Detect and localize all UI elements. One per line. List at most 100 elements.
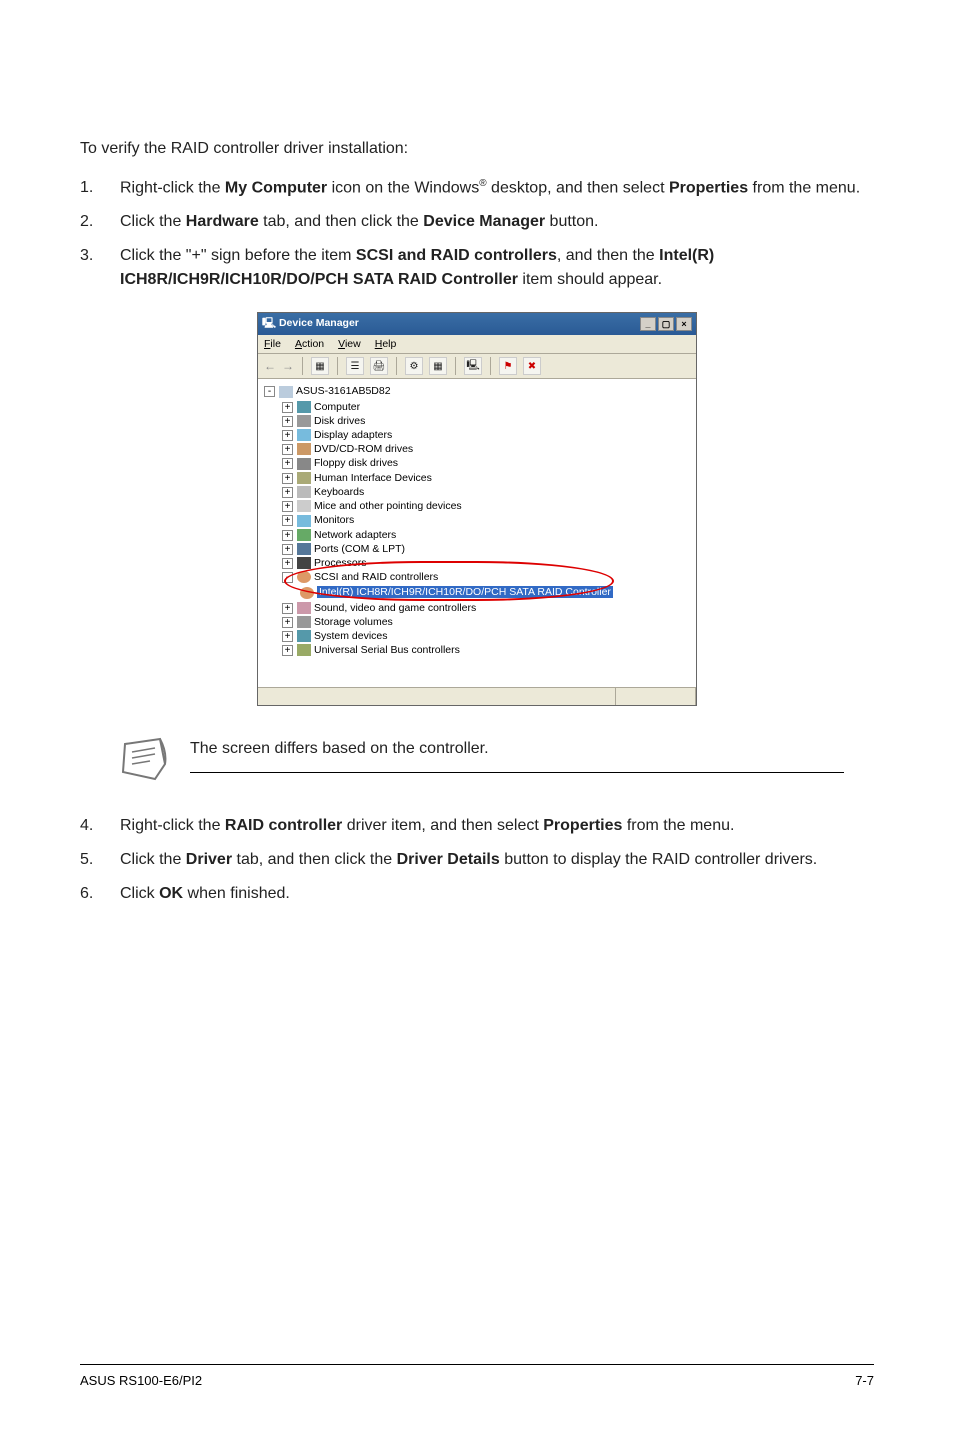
expand-icon[interactable]: +	[282, 458, 293, 469]
expand-icon[interactable]: +	[282, 430, 293, 441]
expand-icon[interactable]: +	[282, 645, 293, 656]
menu-action[interactable]: Action	[295, 338, 324, 350]
device-icon	[297, 557, 311, 569]
intro-text: To verify the RAID controller driver ins…	[80, 140, 874, 158]
computer-icon	[279, 386, 293, 398]
expand-icon[interactable]: +	[282, 603, 293, 614]
expand-icon[interactable]: +	[282, 530, 293, 541]
toolbar-button[interactable]: 🖳	[464, 357, 482, 375]
steps-top: 1. Right-click the My Computer icon on t…	[80, 176, 874, 292]
expand-icon[interactable]: +	[282, 631, 293, 642]
device-icon	[297, 616, 311, 628]
device-icon	[297, 515, 311, 527]
device-icon	[297, 543, 311, 555]
menu-help[interactable]: Help	[375, 338, 397, 350]
device-icon	[297, 401, 311, 413]
step-number: 6.	[80, 882, 120, 906]
tree-node[interactable]: Storage volumes	[314, 616, 393, 628]
expand-icon[interactable]: +	[282, 501, 293, 512]
toolbar-button[interactable]: ☰	[346, 357, 364, 375]
step-number: 3.	[80, 244, 120, 292]
maximize-button[interactable]: ▢	[658, 317, 674, 331]
tree-node[interactable]: Disk drives	[314, 415, 365, 427]
tree-node-raid-controller[interactable]: Intel(R) ICH8R/ICH9R/ICH10R/DO/PCH SATA …	[317, 586, 613, 598]
tree-node[interactable]: Mice and other pointing devices	[314, 500, 462, 512]
toolbar-button[interactable]: ⚙	[405, 357, 423, 375]
expand-icon[interactable]: +	[282, 416, 293, 427]
tree-root[interactable]: ASUS-3161AB5D82	[296, 385, 391, 397]
tree-node[interactable]: System devices	[314, 630, 388, 642]
device-icon	[297, 486, 311, 498]
toolbar-button[interactable]: ▦	[429, 357, 447, 375]
tree-node[interactable]: Human Interface Devices	[314, 472, 432, 484]
footer-left: ASUS RS100-E6/PI2	[80, 1373, 202, 1388]
step-number: 2.	[80, 210, 120, 234]
device-icon	[297, 571, 311, 583]
step-text: Right-click the My Computer icon on the …	[120, 176, 874, 200]
tree-node[interactable]: Ports (COM & LPT)	[314, 543, 405, 555]
step-number: 1.	[80, 176, 120, 200]
tree-node[interactable]: Network adapters	[314, 529, 396, 541]
note-text: The screen differs based on the controll…	[190, 740, 489, 757]
page-footer: ASUS RS100-E6/PI2 7-7	[80, 1364, 874, 1388]
tree-node[interactable]: Processors	[314, 557, 367, 569]
status-bar	[258, 687, 696, 705]
toolbar-button[interactable]: ✖	[523, 357, 541, 375]
toolbar-button[interactable]: 🖨	[370, 357, 388, 375]
device-icon	[297, 429, 311, 441]
step-text: Right-click the RAID controller driver i…	[120, 814, 874, 838]
device-icon	[300, 587, 314, 599]
tree-node[interactable]: Computer	[314, 401, 360, 413]
tree-node[interactable]: Floppy disk drives	[314, 457, 398, 469]
tree-node[interactable]: Keyboards	[314, 486, 364, 498]
expand-icon[interactable]: +	[282, 473, 293, 484]
forward-icon[interactable]: →	[282, 359, 294, 373]
tree-node[interactable]: Universal Serial Bus controllers	[314, 644, 460, 656]
expand-icon[interactable]: -	[282, 572, 293, 583]
device-manager-window: 🖳 Device Manager _ ▢ × File Action View …	[257, 312, 697, 706]
expand-icon[interactable]: +	[282, 558, 293, 569]
device-icon	[297, 529, 311, 541]
device-icon	[297, 602, 311, 614]
toolbar: ← → ▦ ☰ 🖨 ⚙ ▦ 🖳 ⚑ ✖	[258, 354, 696, 379]
tree-node[interactable]: Sound, video and game controllers	[314, 602, 476, 614]
toolbar-button[interactable]: ▦	[311, 357, 329, 375]
device-icon	[297, 472, 311, 484]
window-title: Device Manager	[279, 317, 359, 329]
back-icon[interactable]: ←	[264, 359, 276, 373]
step-text: Click the "+" sign before the item SCSI …	[120, 244, 874, 292]
expand-icon[interactable]: -	[264, 386, 275, 397]
tree-node[interactable]: DVD/CD-ROM drives	[314, 443, 413, 455]
expand-icon[interactable]: +	[282, 444, 293, 455]
minimize-button[interactable]: _	[640, 317, 656, 331]
device-icon	[297, 415, 311, 427]
device-icon	[297, 443, 311, 455]
footer-right: 7-7	[855, 1373, 874, 1388]
step-text: Click OK when finished.	[120, 882, 874, 906]
step-text: Click the Hardware tab, and then click t…	[120, 210, 874, 234]
menu-file[interactable]: File	[264, 338, 281, 350]
expand-icon[interactable]: +	[282, 515, 293, 526]
tree-node[interactable]: Monitors	[314, 514, 354, 526]
note-block: The screen differs based on the controll…	[120, 730, 874, 784]
expand-icon[interactable]: +	[282, 617, 293, 628]
note-icon	[120, 734, 170, 784]
expand-icon[interactable]: +	[282, 402, 293, 413]
tree-node[interactable]: Display adapters	[314, 429, 392, 441]
step-number: 4.	[80, 814, 120, 838]
window-titlebar: 🖳 Device Manager _ ▢ ×	[258, 313, 696, 335]
toolbar-button[interactable]: ⚑	[499, 357, 517, 375]
steps-bottom: 4. Right-click the RAID controller drive…	[80, 814, 874, 906]
device-tree: -ASUS-3161AB5D82 +Computer +Disk drives …	[258, 379, 696, 687]
expand-icon[interactable]: +	[282, 544, 293, 555]
tree-node-scsi[interactable]: SCSI and RAID controllers	[314, 571, 438, 583]
device-icon	[297, 500, 311, 512]
close-button[interactable]: ×	[676, 317, 692, 331]
device-icon	[297, 630, 311, 642]
menu-view[interactable]: View	[338, 338, 361, 350]
step-number: 5.	[80, 848, 120, 872]
device-icon	[297, 644, 311, 656]
device-icon	[297, 458, 311, 470]
expand-icon[interactable]: +	[282, 487, 293, 498]
menu-bar: File Action View Help	[258, 335, 696, 354]
